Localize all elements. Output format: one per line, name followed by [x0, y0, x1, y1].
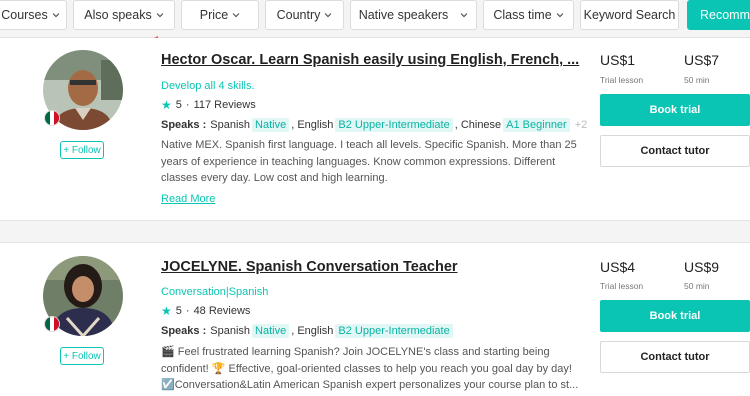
chevron-down-icon — [232, 13, 240, 18]
description-line: ☑️Conversation&Latin American Spanish ex… — [161, 379, 579, 391]
tutor-description: 🎬 Feel frustrated learning Spanish? Join… — [161, 344, 586, 394]
trial-price: US$4 — [600, 259, 636, 275]
lesson-duration-label: 50 min — [684, 75, 710, 85]
language-level-badge: Native — [252, 324, 290, 338]
trial-label: Trial lesson — [600, 281, 644, 291]
keyword-search-button[interactable]: Keyword Search — [580, 0, 679, 30]
mexico-flag-icon — [44, 110, 60, 126]
trial-label: Trial lesson — [600, 75, 644, 85]
filter-class-time-label: Class time — [493, 8, 552, 22]
language-name: Spanish — [210, 325, 251, 337]
filter-country[interactable]: Country — [265, 0, 344, 30]
tutor-card[interactable]: + Follow JOCELYNE. Spanish Conversation … — [0, 244, 750, 396]
filter-price-label: Price — [199, 8, 229, 22]
filter-also-speaks[interactable]: Also speaks — [73, 0, 175, 30]
recommend-label: Recomme — [700, 8, 750, 22]
tutor-rating: ★ 5 · 48 Reviews — [161, 304, 250, 318]
chevron-down-icon — [460, 13, 468, 18]
rating-value: 5 — [175, 99, 182, 111]
star-icon: ★ — [161, 304, 172, 318]
language-name: Spanish — [210, 119, 251, 131]
tutor-card[interactable]: + Follow Hector Oscar. Learn Spanish eas… — [0, 38, 750, 221]
follow-button[interactable]: + Follow — [60, 347, 104, 365]
language-separator: , — [291, 325, 295, 337]
tutor-name-link[interactable]: JOCELYNE. Spanish Conversation Teacher — [161, 259, 458, 275]
filter-country-label: Country — [276, 8, 321, 22]
description-line: confident! 🏆 Effective, goal-oriented cl… — [161, 362, 572, 375]
review-count: 48 Reviews — [193, 305, 251, 317]
star-icon: ★ — [161, 98, 172, 112]
language-name: English — [297, 119, 334, 131]
speaks-label: Speaks : — [161, 119, 207, 131]
filter-class-time[interactable]: Class time — [483, 0, 574, 30]
tutor-headline: Conversation|Spanish — [161, 286, 269, 298]
book-trial-button[interactable]: Book trial — [600, 300, 750, 332]
language-level-badge: A1 Beginner — [503, 118, 570, 132]
description-line: 🎬 Feel frustrated learning Spanish? Join… — [161, 346, 550, 358]
tutor-name-link[interactable]: Hector Oscar. Learn Spanish easily using… — [161, 52, 579, 68]
keyword-search-label: Keyword Search — [583, 8, 676, 22]
chevron-down-icon — [556, 13, 564, 18]
filter-native-speakers-label: Native speakers — [358, 8, 449, 22]
language-level-badge: B2 Upper-Intermediate — [335, 118, 453, 132]
tutor-rating: ★ 5 · 117 Reviews — [161, 98, 256, 112]
chevron-down-icon — [156, 13, 164, 18]
filter-courses[interactable]: Courses — [0, 0, 67, 30]
dot-separator: · — [185, 99, 190, 111]
dot-separator: · — [185, 305, 190, 317]
mexico-flag-icon — [44, 316, 60, 332]
filter-price[interactable]: Price — [181, 0, 259, 30]
language-separator: , — [454, 119, 458, 131]
language-level-badge: Native — [252, 118, 290, 132]
book-trial-button[interactable]: Book trial — [600, 94, 750, 126]
language-name: English — [297, 325, 334, 337]
chevron-down-icon — [324, 13, 332, 18]
contact-tutor-button[interactable]: Contact tutor — [600, 341, 750, 373]
filter-courses-label: Courses — [1, 8, 48, 22]
filter-native-speakers[interactable]: Native speakers — [350, 0, 477, 30]
card-separator — [0, 221, 750, 243]
contact-tutor-button[interactable]: Contact tutor — [600, 135, 750, 167]
language-separator: , — [291, 119, 295, 131]
more-languages[interactable]: +2 — [575, 119, 588, 131]
speaks-row: Speaks : Spanish Native , English B2 Upp… — [161, 324, 455, 338]
speaks-label: Speaks : — [161, 325, 207, 337]
lesson-duration-label: 50 min — [684, 281, 710, 291]
language-name: Chinese — [460, 119, 502, 131]
lesson-price: US$7 — [684, 52, 720, 68]
tutor-headline: Develop all 4 skills. — [161, 80, 255, 92]
filter-also-speaks-label: Also speaks — [84, 8, 152, 22]
filter-bar: Courses Also speaks Price Country Native… — [0, 0, 750, 38]
trial-price: US$1 — [600, 52, 636, 68]
tutor-description: Native MEX. Spanish first language. I te… — [161, 139, 577, 184]
language-level-badge: B2 Upper-Intermediate — [335, 324, 453, 338]
follow-button[interactable]: + Follow — [60, 141, 104, 159]
speaks-row: Speaks : Spanish Native , English B2 Upp… — [161, 118, 587, 132]
read-more-link[interactable]: Read More — [161, 193, 215, 205]
lesson-price: US$9 — [684, 259, 720, 275]
recommend-button[interactable]: Recomme — [687, 0, 750, 30]
rating-value: 5 — [175, 305, 182, 317]
chevron-down-icon — [52, 13, 60, 18]
review-count: 117 Reviews — [193, 99, 256, 111]
